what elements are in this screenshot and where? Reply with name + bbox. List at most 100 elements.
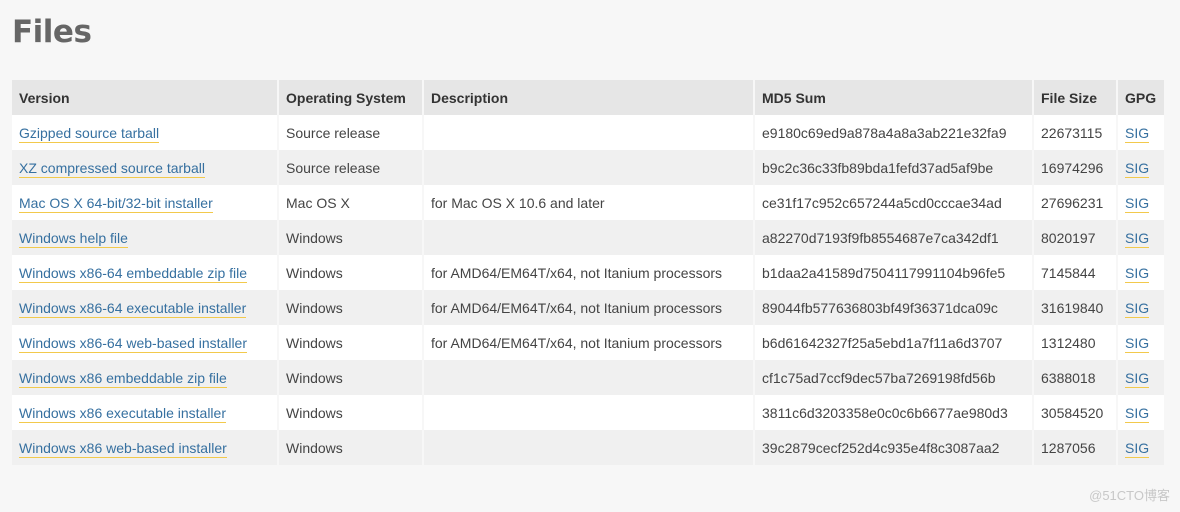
os-cell: Windows xyxy=(278,395,424,430)
os-cell: Windows xyxy=(278,360,424,395)
header-gpg: GPG xyxy=(1117,80,1164,115)
description-cell xyxy=(423,220,755,255)
description-cell xyxy=(423,395,755,430)
watermark: @51CTO博客 xyxy=(1089,488,1170,503)
version-link[interactable]: Mac OS X 64-bit/32-bit installer xyxy=(19,194,213,213)
os-cell: Windows xyxy=(278,255,424,290)
version-link[interactable]: Windows x86 web-based installer xyxy=(19,439,227,458)
file-size-cell: 8020197 xyxy=(1033,220,1118,255)
table-row: Windows x86-64 web-based installer Windo… xyxy=(12,325,1164,360)
table-row: Windows x86 executable installer Windows… xyxy=(12,395,1164,430)
version-link[interactable]: Windows help file xyxy=(19,229,128,248)
sig-link[interactable]: SIG xyxy=(1125,439,1150,458)
file-size-cell: 1312480 xyxy=(1033,325,1118,360)
sig-link[interactable]: SIG xyxy=(1125,334,1150,353)
version-link[interactable]: Windows x86-64 executable installer xyxy=(19,299,247,318)
header-description: Description xyxy=(423,80,755,115)
sig-link[interactable]: SIG xyxy=(1125,159,1150,178)
file-size-cell: 1287056 xyxy=(1033,430,1118,465)
table-row: XZ compressed source tarball Source rele… xyxy=(12,150,1164,185)
version-cell: Mac OS X 64-bit/32-bit installer xyxy=(12,185,279,220)
md5-cell: 3811c6d3203358e0c0c6b6677ae980d3 xyxy=(754,395,1034,430)
md5-cell: 89044fb577636803bf49f36371dca09c xyxy=(754,290,1034,325)
os-cell: Source release xyxy=(278,150,424,185)
header-version: Version xyxy=(12,80,279,115)
description-cell: for AMD64/EM64T/x64, not Itanium process… xyxy=(423,255,755,290)
gpg-cell: SIG xyxy=(1117,255,1164,290)
description-cell: for AMD64/EM64T/x64, not Itanium process… xyxy=(423,290,755,325)
md5-cell: ce31f17c952c657244a5cd0cccae34ad xyxy=(754,185,1034,220)
file-size-cell: 22673115 xyxy=(1033,115,1118,150)
file-size-cell: 31619840 xyxy=(1033,290,1118,325)
sig-link[interactable]: SIG xyxy=(1125,229,1150,248)
gpg-cell: SIG xyxy=(1117,430,1164,465)
md5-cell: b1daa2a41589d7504117991104b96fe5 xyxy=(754,255,1034,290)
file-size-cell: 7145844 xyxy=(1033,255,1118,290)
version-cell: Windows x86-64 web-based installer xyxy=(12,325,279,360)
version-cell: Gzipped source tarball xyxy=(12,115,279,150)
version-link[interactable]: XZ compressed source tarball xyxy=(19,159,205,178)
gpg-cell: SIG xyxy=(1117,325,1164,360)
version-cell: XZ compressed source tarball xyxy=(12,150,279,185)
version-link[interactable]: Windows x86 executable installer xyxy=(19,404,226,423)
md5-cell: a82270d7193f9fb8554687e7ca342df1 xyxy=(754,220,1034,255)
file-size-cell: 6388018 xyxy=(1033,360,1118,395)
table-row: Windows x86 web-based installer Windows … xyxy=(12,430,1164,465)
file-size-cell: 30584520 xyxy=(1033,395,1118,430)
md5-cell: e9180c69ed9a878a4a8a3ab221e32fa9 xyxy=(754,115,1034,150)
table-row: Mac OS X 64-bit/32-bit installer Mac OS … xyxy=(12,185,1164,220)
sig-link[interactable]: SIG xyxy=(1125,404,1150,423)
version-cell: Windows x86-64 executable installer xyxy=(12,290,279,325)
table-row: Windows x86-64 executable installer Wind… xyxy=(12,290,1164,325)
table-header-row: Version Operating System Description MD5… xyxy=(12,80,1164,115)
gpg-cell: SIG xyxy=(1117,290,1164,325)
table-row: Windows x86-64 embeddable zip file Windo… xyxy=(12,255,1164,290)
header-operating-system: Operating System xyxy=(278,80,424,115)
sig-link[interactable]: SIG xyxy=(1125,264,1150,283)
version-cell: Windows x86-64 embeddable zip file xyxy=(12,255,279,290)
description-cell: for AMD64/EM64T/x64, not Itanium process… xyxy=(423,325,755,360)
os-cell: Windows xyxy=(278,430,424,465)
file-size-cell: 16974296 xyxy=(1033,150,1118,185)
sig-link[interactable]: SIG xyxy=(1125,299,1150,318)
os-cell: Mac OS X xyxy=(278,185,424,220)
os-cell: Windows xyxy=(278,325,424,360)
version-link[interactable]: Windows x86-64 embeddable zip file xyxy=(19,264,248,283)
version-cell: Windows x86 embeddable zip file xyxy=(12,360,279,395)
gpg-cell: SIG xyxy=(1117,220,1164,255)
page-title: Files xyxy=(12,14,92,50)
header-file-size: File Size xyxy=(1033,80,1118,115)
file-size-cell: 27696231 xyxy=(1033,185,1118,220)
version-cell: Windows x86 web-based installer xyxy=(12,430,279,465)
sig-link[interactable]: SIG xyxy=(1125,369,1150,388)
md5-cell: b6d61642327f25a5ebd1a7f11a6d3707 xyxy=(754,325,1034,360)
version-cell: Windows x86 executable installer xyxy=(12,395,279,430)
sig-link[interactable]: SIG xyxy=(1125,124,1150,143)
files-page: Files Version Operating System Descripti… xyxy=(12,0,1164,465)
md5-cell: b9c2c36c33fb89bda1fefd37ad5af9be xyxy=(754,150,1034,185)
md5-cell: 39c2879cecf252d4c935e4f8c3087aa2 xyxy=(754,430,1034,465)
description-cell xyxy=(423,360,755,395)
gpg-cell: SIG xyxy=(1117,115,1164,150)
version-link[interactable]: Gzipped source tarball xyxy=(19,124,160,143)
os-cell: Windows xyxy=(278,220,424,255)
version-link[interactable]: Windows x86-64 web-based installer xyxy=(19,334,247,353)
description-cell xyxy=(423,430,755,465)
os-cell: Source release xyxy=(278,115,424,150)
gpg-cell: SIG xyxy=(1117,150,1164,185)
sig-link[interactable]: SIG xyxy=(1125,194,1150,213)
header-md5-sum: MD5 Sum xyxy=(754,80,1034,115)
table-row: Gzipped source tarball Source release e9… xyxy=(12,115,1164,150)
version-link[interactable]: Windows x86 embeddable zip file xyxy=(19,369,227,388)
os-cell: Windows xyxy=(278,290,424,325)
files-table: Version Operating System Description MD5… xyxy=(12,80,1164,465)
description-cell xyxy=(423,115,755,150)
version-cell: Windows help file xyxy=(12,220,279,255)
table-row: Windows help file Windows a82270d7193f9f… xyxy=(12,220,1164,255)
description-cell: for Mac OS X 10.6 and later xyxy=(423,185,755,220)
md5-cell: cf1c75ad7ccf9dec57ba7269198fd56b xyxy=(754,360,1034,395)
gpg-cell: SIG xyxy=(1117,395,1164,430)
table-row: Windows x86 embeddable zip file Windows … xyxy=(12,360,1164,395)
description-cell xyxy=(423,150,755,185)
gpg-cell: SIG xyxy=(1117,185,1164,220)
